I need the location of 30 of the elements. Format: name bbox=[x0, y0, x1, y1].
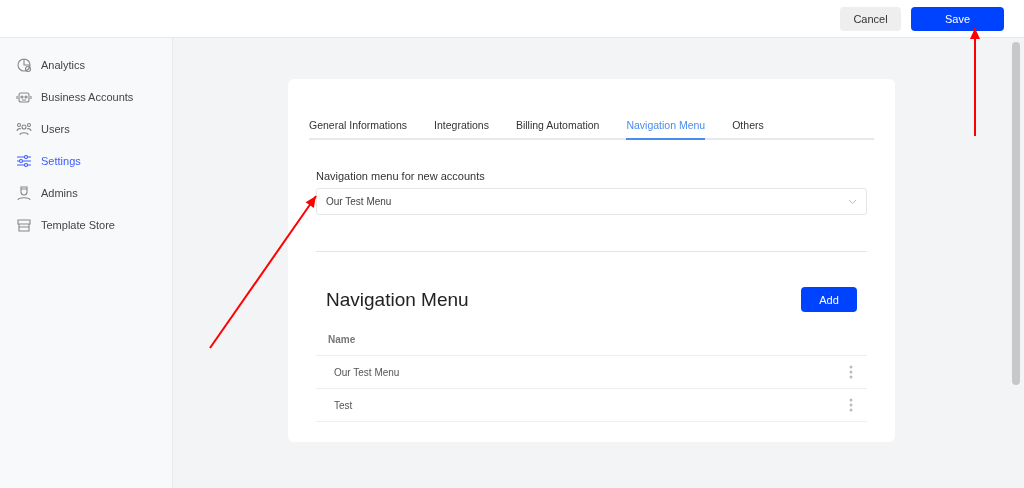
tab[interactable]: Integrations bbox=[434, 111, 489, 140]
store-icon bbox=[16, 217, 32, 233]
sliders-icon bbox=[16, 153, 32, 169]
field-label: Navigation menu for new accounts bbox=[316, 170, 486, 182]
table-cell: Our Test Menu bbox=[334, 366, 400, 378]
cancel-button[interactable]: Cancel bbox=[840, 6, 901, 31]
tab[interactable]: Billing Automation bbox=[515, 111, 600, 140]
chevron-down-icon bbox=[848, 198, 857, 205]
add-button[interactable]: Add bbox=[801, 287, 857, 312]
section-title: Navigation Menu bbox=[326, 288, 469, 311]
sidebar-item[interactable]: Settings bbox=[0, 145, 172, 177]
more-icon[interactable] bbox=[849, 398, 853, 412]
sidebar-item[interactable]: Business Accounts bbox=[0, 81, 172, 113]
scrollbar[interactable] bbox=[1012, 42, 1020, 385]
menu-select[interactable]: Our Test Menu bbox=[316, 188, 867, 215]
person-icon bbox=[16, 185, 32, 201]
sidebar-item[interactable]: Users bbox=[0, 113, 172, 145]
table-cell: Test bbox=[334, 399, 353, 411]
sidebar-item[interactable]: Template Store bbox=[0, 209, 172, 241]
users-icon bbox=[16, 121, 32, 137]
sidebar-item[interactable]: Admins bbox=[0, 177, 172, 209]
column-header: Name bbox=[328, 334, 356, 345]
more-icon[interactable] bbox=[849, 365, 853, 379]
sidebar-item[interactable]: Analytics bbox=[0, 49, 172, 81]
tab[interactable]: Others bbox=[732, 111, 764, 140]
save-button[interactable]: Save bbox=[911, 6, 1004, 31]
pie-chart-icon bbox=[16, 57, 32, 73]
tab[interactable]: Navigation Menu bbox=[626, 111, 706, 140]
tab[interactable]: General Informations bbox=[309, 111, 408, 140]
robot-icon bbox=[16, 89, 32, 105]
